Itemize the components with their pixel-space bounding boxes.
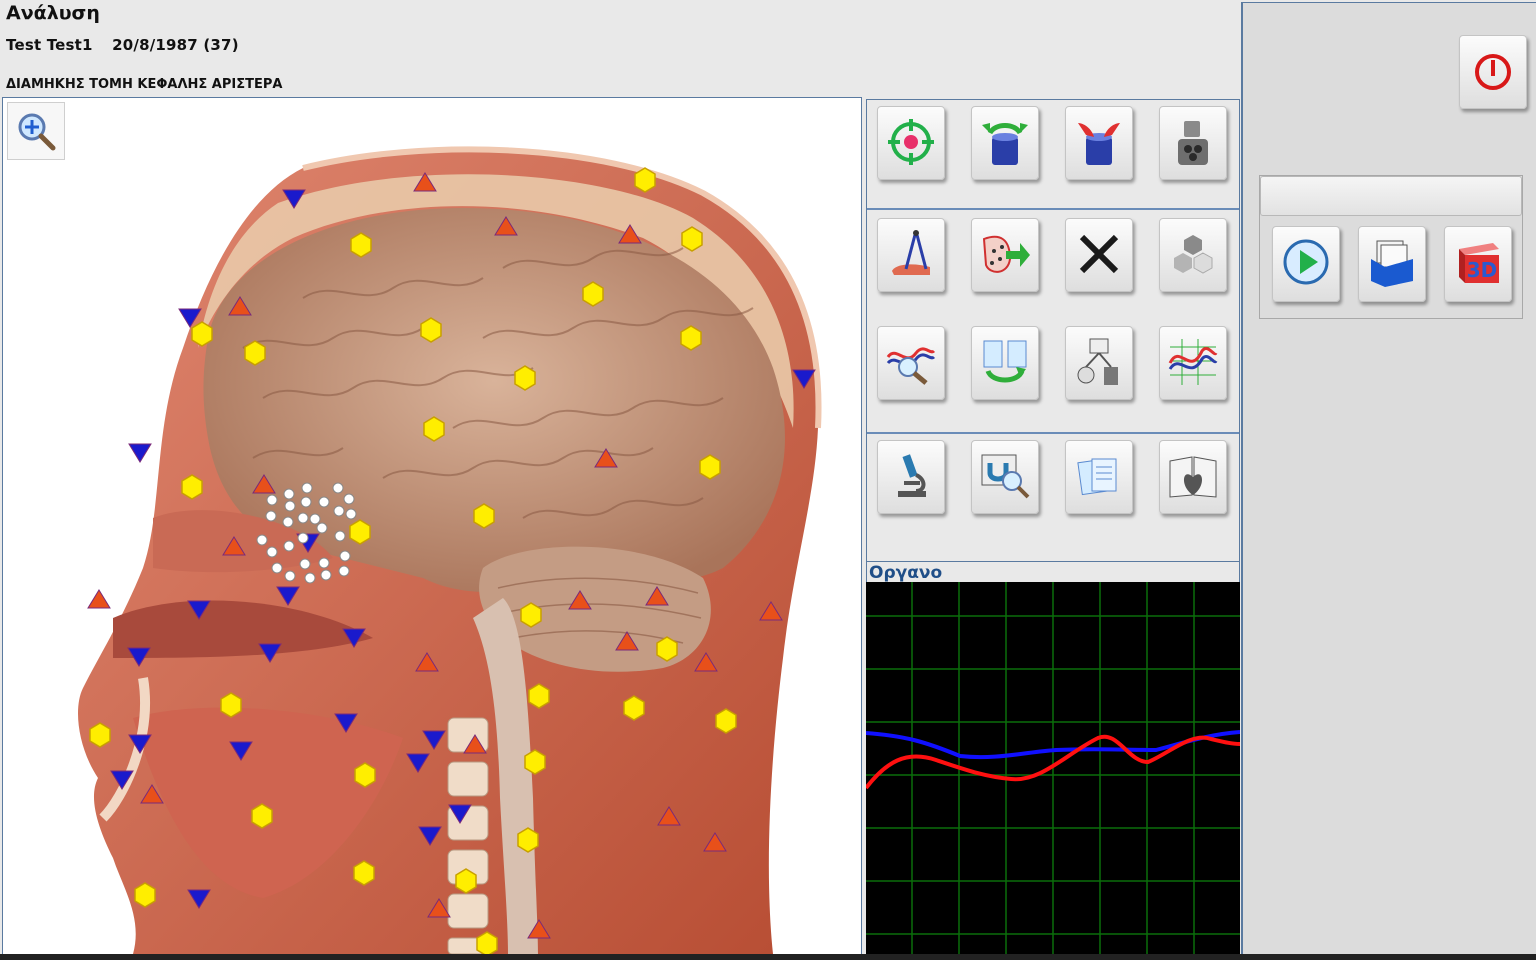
microscope-button[interactable] bbox=[877, 440, 945, 514]
export-container-button[interactable] bbox=[971, 106, 1039, 180]
bottom-strip bbox=[0, 954, 1536, 960]
sagittal-head-section-image bbox=[78, 146, 822, 954]
folder-files-icon bbox=[1371, 240, 1413, 287]
play-button[interactable] bbox=[1272, 226, 1340, 302]
compass-foot-button[interactable] bbox=[877, 218, 945, 292]
tool-separator bbox=[867, 208, 1239, 210]
organ-network-button[interactable] bbox=[1065, 326, 1133, 400]
body-dots-arrow-button[interactable] bbox=[971, 218, 1039, 292]
right-panel: 3D bbox=[1241, 2, 1536, 957]
section-title: ΔΙΑΜΗΚΗΣ ΤΟΜΗ ΚΕΦΑΛΗΣ ΑΡΙΣΤΕΡΑ bbox=[6, 77, 283, 92]
cubes-icon bbox=[1174, 235, 1213, 274]
import-container-icon bbox=[1078, 123, 1120, 165]
zoom-button[interactable] bbox=[7, 102, 65, 160]
multi-wave-chart-button[interactable] bbox=[1159, 326, 1227, 400]
organ-waveform-chart bbox=[864, 582, 1241, 954]
organ-graph-header: Οργανο bbox=[866, 561, 1240, 583]
play-icon bbox=[1283, 239, 1329, 285]
status-field bbox=[1260, 176, 1522, 216]
3d-view-button[interactable]: 3D bbox=[1444, 226, 1512, 302]
documents-icon bbox=[1077, 458, 1117, 496]
3d-icon: 3D bbox=[1459, 243, 1499, 283]
close-x-icon bbox=[1079, 234, 1119, 274]
3d-label: 3D bbox=[1467, 258, 1498, 282]
magnet-search-icon bbox=[981, 454, 1030, 499]
organ-label: Οργανο bbox=[869, 563, 943, 583]
folder-files-button[interactable] bbox=[1358, 226, 1426, 302]
action-box: 3D bbox=[1259, 175, 1523, 319]
book-heart-icon bbox=[1169, 456, 1217, 498]
tool-separator bbox=[867, 432, 1239, 434]
multi-wave-chart-icon bbox=[1168, 339, 1218, 385]
patient-birth: 20/8/1987 (37) bbox=[112, 36, 239, 54]
patient-name: Test Test1 bbox=[6, 36, 93, 54]
header: Ανάλυση Test Test1 20/8/1987 (37) ΔΙΑΜΗΚ… bbox=[0, 0, 1240, 97]
anatomy-view[interactable] bbox=[2, 97, 862, 955]
export-container-icon bbox=[982, 123, 1028, 165]
organ-graph bbox=[864, 582, 1241, 954]
microscope-icon bbox=[898, 454, 926, 497]
organ-network-icon bbox=[1077, 338, 1118, 385]
power-button[interactable] bbox=[1459, 35, 1527, 109]
body-dots-arrow-icon bbox=[982, 235, 1030, 273]
book-heart-button[interactable] bbox=[1159, 440, 1227, 514]
documents-button[interactable] bbox=[1065, 440, 1133, 514]
target-scan-button[interactable] bbox=[877, 106, 945, 180]
app-title: Ανάλυση bbox=[6, 2, 100, 24]
cubes-button[interactable] bbox=[1159, 218, 1227, 292]
grinder-button[interactable] bbox=[1159, 106, 1227, 180]
grinder-icon bbox=[1178, 121, 1208, 165]
import-container-button[interactable] bbox=[1065, 106, 1133, 180]
documents-cycle-button[interactable] bbox=[971, 326, 1039, 400]
wave-search-icon bbox=[886, 347, 936, 385]
magnet-search-button[interactable] bbox=[971, 440, 1039, 514]
documents-cycle-icon bbox=[983, 340, 1027, 383]
close-button[interactable] bbox=[1065, 218, 1133, 292]
patient-info: Test Test1 20/8/1987 (37) bbox=[6, 36, 253, 54]
tool-panel bbox=[866, 99, 1240, 563]
compass-foot-icon bbox=[892, 230, 930, 275]
zoom-in-magnifier-icon bbox=[18, 113, 56, 151]
wave-search-button[interactable] bbox=[877, 326, 945, 400]
target-scan-icon bbox=[888, 119, 934, 165]
power-icon bbox=[1475, 54, 1511, 90]
